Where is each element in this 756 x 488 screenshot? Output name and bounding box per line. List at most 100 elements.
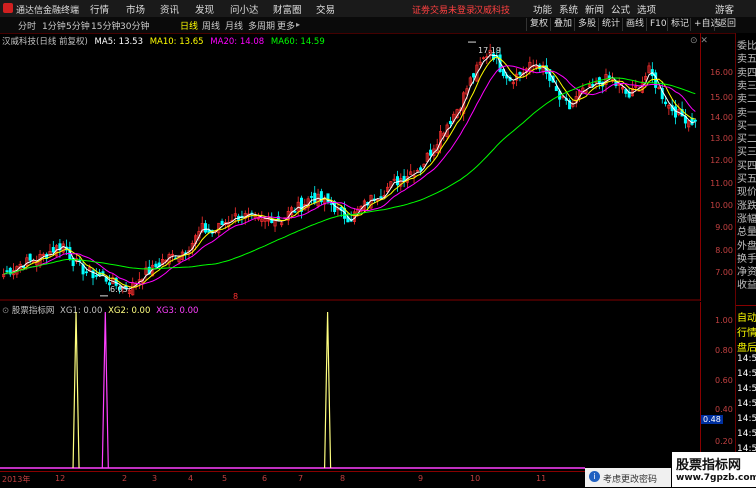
menu-shichang[interactable]: 市场 <box>126 2 145 16</box>
x-tick: 11 <box>536 474 547 483</box>
price-tick: 14.00 <box>710 113 733 122</box>
side-panel-label: 收益 <box>737 280 756 292</box>
menu-wenxiaoda[interactable]: 问小达 <box>230 2 259 16</box>
menu-zixun[interactable]: 资讯 <box>160 2 179 16</box>
high-annotation: 17.19 <box>478 46 501 55</box>
menu-bar: 通达信金融终端 行情 市场 资讯 发现 问小达 财富圈 交易 证劵交易未登录 汉… <box>0 0 756 18</box>
user-label[interactable]: 游客 <box>715 2 734 16</box>
biaoji-button[interactable]: 标记 <box>667 18 689 31</box>
period-more[interactable]: 更多 <box>277 19 295 32</box>
candle-body <box>51 247 55 253</box>
x-tick: 2 <box>122 474 128 483</box>
period-30min[interactable]: 30分钟 <box>120 19 149 32</box>
menu-jiaoyi[interactable]: 交易 <box>316 2 335 16</box>
indicator-chart[interactable] <box>0 302 700 471</box>
menu-faxian[interactable]: 发现 <box>195 2 214 16</box>
candle-body <box>204 223 208 233</box>
candle-body <box>84 271 88 274</box>
side-panel-label: 14:50 <box>737 354 756 364</box>
ma10-line <box>3 56 696 288</box>
x-tick: 4 <box>188 474 194 483</box>
period-monthly[interactable]: 月线 <box>225 19 243 32</box>
event-marker[interactable]: 8 <box>233 292 238 301</box>
ind-tick: 0.40 <box>715 405 733 414</box>
menu-xinwen[interactable]: 新闻 <box>585 2 604 16</box>
candle-body <box>309 196 313 198</box>
side-panel-divider <box>736 305 756 306</box>
side-panel-label[interactable]: 行情 <box>737 324 756 339</box>
side-panel-label: 14:50 <box>737 414 756 424</box>
menu-caifuquan[interactable]: 财富圈 <box>273 2 302 16</box>
logo-url: www.7gpzb.com <box>676 473 756 483</box>
period-15min[interactable]: 15分钟 <box>91 19 120 32</box>
indicator-marker: 0.48 <box>701 415 723 424</box>
price-tick: 10.00 <box>710 201 733 210</box>
candle-body <box>5 270 9 272</box>
duogu-button[interactable]: 多股 <box>574 18 596 31</box>
price-chart[interactable] <box>0 33 700 301</box>
password-reminder-popup[interactable]: i 考虑更改密码 <box>585 468 671 487</box>
period-5min[interactable]: 5分钟 <box>66 19 90 32</box>
side-panel-label[interactable]: 自动 <box>737 309 756 324</box>
side-panel-label: 14:50 <box>737 399 756 409</box>
ind-tick: 0.60 <box>715 376 733 385</box>
period-daily[interactable]: 日线 <box>180 19 198 32</box>
x-tick: 6 <box>262 474 268 483</box>
ind-tick: 1.00 <box>715 316 733 325</box>
side-panel-label: 14:50 <box>737 369 756 379</box>
period-multi[interactable]: 多周期 <box>248 19 275 32</box>
candle-body <box>94 275 98 277</box>
menu-gongneng[interactable]: 功能 <box>533 2 552 16</box>
ma60-line <box>3 77 696 275</box>
period-fenshi[interactable]: 分时 <box>18 19 36 32</box>
x-tick: 10 <box>470 474 481 483</box>
candle-body <box>379 196 383 198</box>
login-notice[interactable]: 证劵交易未登录 <box>412 3 475 16</box>
low-annotation: 6.05 <box>110 285 128 294</box>
menu-hangqing[interactable]: 行情 <box>90 2 109 16</box>
f10-button[interactable]: F10 <box>646 18 667 31</box>
candle-body <box>693 119 697 122</box>
side-panel-label[interactable]: 盘后 <box>737 339 756 354</box>
candle-body <box>472 73 476 78</box>
menu-xitong[interactable]: 系统 <box>559 2 578 16</box>
candle-body <box>154 263 158 268</box>
candle-body <box>395 176 399 186</box>
indicator-spike <box>72 311 80 469</box>
candle-body <box>429 149 433 156</box>
indicator-spike <box>101 311 109 469</box>
candle-body <box>28 253 32 261</box>
candle-body <box>518 72 522 75</box>
price-tick: 12.00 <box>710 156 733 165</box>
x-tick: 3 <box>152 474 158 483</box>
logo-title: 股票指标网 <box>676 458 742 473</box>
price-tick: 16.00 <box>710 68 733 77</box>
app-title: 通达信金融终端 <box>16 6 80 16</box>
candle-body <box>220 220 224 226</box>
info-icon: i <box>589 471 600 482</box>
huaxian-button[interactable]: 画线 <box>622 18 644 31</box>
candle-body <box>329 203 333 205</box>
period-1min[interactable]: 1分钟 <box>42 19 66 32</box>
candle-body <box>607 75 611 79</box>
price-axis: 16.00 15.00 14.00 13.00 12.00 11.00 10.0… <box>700 33 736 301</box>
diejia-button[interactable]: 叠加 <box>550 18 572 31</box>
price-tick: 9.00 <box>715 223 733 232</box>
indicator-spike <box>324 311 332 469</box>
period-weekly[interactable]: 周线 <box>202 19 220 32</box>
fuquan-button[interactable]: 复权 <box>526 18 548 31</box>
more-arrow-icon: ▸ <box>296 20 301 29</box>
x-tick: 8 <box>340 474 346 483</box>
fanhui-button[interactable]: 返回 <box>714 18 736 31</box>
x-tick: 5 <box>222 474 228 483</box>
price-tick: 11.00 <box>710 179 733 188</box>
menu-xuanxiang[interactable]: 选项 <box>637 2 656 16</box>
tongji-button[interactable]: 统计 <box>598 18 620 31</box>
price-tick: 7.00 <box>715 268 733 277</box>
menu-gongshi[interactable]: 公式 <box>611 2 630 16</box>
ma20-line <box>3 65 696 285</box>
ind-tick: 0.80 <box>715 346 733 355</box>
side-panel-label: 14:50 <box>737 384 756 394</box>
quote-side-panel: 委比 卖五 卖四 卖三 卖二 卖一 买一 买二 买三 买四 买五 现价 涨跌 涨幅 总量 外盘 换手 净资 收益 自动… <box>735 33 756 487</box>
current-stock: 汉威科技 <box>474 6 511 16</box>
